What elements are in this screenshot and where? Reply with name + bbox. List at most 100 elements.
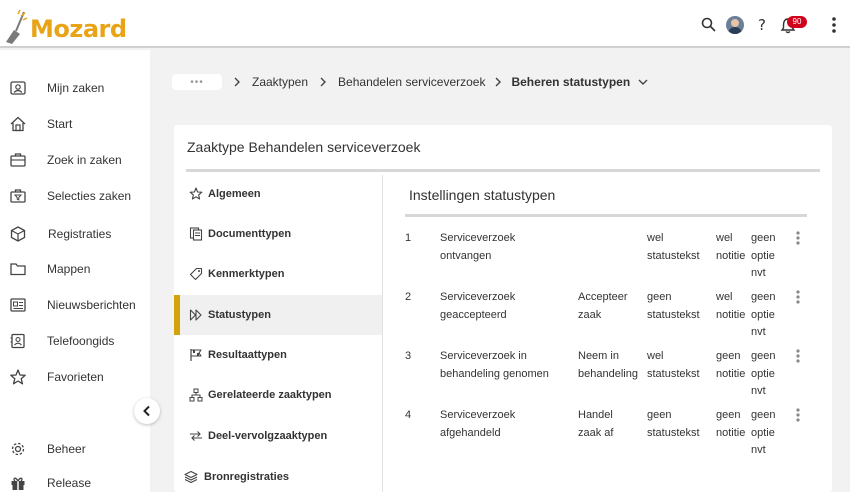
sidebar-item-label: Telefoongids <box>47 334 115 348</box>
row-number: 1 <box>405 232 412 244</box>
sidebar-item-label: Mijn zaken <box>47 81 105 95</box>
nav-item-bronregistraties[interactable]: Bronregistraties <box>174 457 382 492</box>
collapse-sidebar-button[interactable] <box>134 398 160 424</box>
nav-item-kenmerktypen[interactable]: Kenmerktypen <box>174 254 382 294</box>
breadcrumb-overflow[interactable]: ••• <box>172 74 222 90</box>
sidebar-item-registraties[interactable]: Registraties <box>0 220 150 248</box>
nav-item-deel-vervolgzaaktypen[interactable]: Deel-vervolgzaaktypen <box>174 416 382 456</box>
section-title: Instellingen statustypen <box>409 187 556 203</box>
optie-setting: geen optie nvt <box>751 291 776 338</box>
sidebar-item-selecties-zaken[interactable]: Selecties zaken <box>0 182 150 210</box>
status-action: Neem in behandeling <box>578 350 638 380</box>
nav-item-label: Gerelateerde zaaktypen <box>208 389 332 401</box>
sidebar-item-favorieten[interactable]: Favorieten <box>0 363 150 391</box>
nav-item-label: Deel-vervolgzaaktypen <box>208 430 328 442</box>
sidebar-item-label: Favorieten <box>47 370 104 384</box>
cube-icon <box>10 226 26 242</box>
status-action: Accepteer zaak <box>578 291 628 321</box>
sidebar-item-mappen[interactable]: Mappen <box>0 255 150 283</box>
nav-item-label: Kenmerktypen <box>208 268 285 280</box>
row-number: 3 <box>405 350 412 362</box>
optie-setting: geen optie nvt <box>751 350 776 397</box>
sidebar-item-label: Selecties zaken <box>47 189 132 203</box>
sidebar-item-start[interactable]: Start <box>0 110 150 138</box>
notification-badge: 90 <box>787 16 807 28</box>
gear-icon <box>11 442 25 456</box>
notitie-setting: geen notitie <box>716 409 746 439</box>
zaaktype-card: Zaaktype Behandelen serviceverzoek Algem… <box>174 125 832 492</box>
briefcase-search-icon <box>10 153 26 167</box>
table-row: 1 Serviceverzoek ontvangen wel statustekst… <box>405 230 807 286</box>
nav-item-statustypen[interactable]: Statustypen <box>174 295 382 335</box>
more-vertical-icon[interactable] <box>831 16 837 34</box>
optie-setting: geen optie nvt <box>751 409 776 456</box>
nav-item-resultaattypen[interactable]: Resultaattypen <box>174 335 382 375</box>
optie-setting: geen optie nvt <box>751 232 776 279</box>
status-name[interactable]: Serviceverzoek in behandeling genomen <box>440 348 565 383</box>
chevron-right-icon <box>495 77 502 87</box>
chevron-down-icon[interactable] <box>638 79 648 85</box>
statustekst-setting: geen statustekst <box>647 409 700 439</box>
statustekst-setting: geen statustekst <box>647 291 700 321</box>
divider <box>382 175 383 492</box>
row-menu-icon[interactable] <box>793 289 803 307</box>
briefcase-filter-icon <box>10 189 26 203</box>
row-menu-icon[interactable] <box>793 230 803 248</box>
status-name[interactable]: Serviceverzoek ontvangen <box>440 230 565 265</box>
chevron-right-icon <box>234 77 240 87</box>
sidebar-item-telefoongids[interactable]: Telefoongids <box>0 327 150 355</box>
sidebar-item-label: Start <box>47 117 73 131</box>
statustekst-setting: wel statustekst <box>647 350 700 380</box>
help-icon[interactable]: ? <box>757 17 769 33</box>
status-name[interactable]: Serviceverzoek geaccepteerd <box>440 289 565 324</box>
nav-item-label: Statustypen <box>208 309 271 321</box>
table-row: 2 Serviceverzoek geaccepteerd Accepteer za… <box>405 289 807 345</box>
status-name[interactable]: Serviceverzoek afgehandeld <box>440 407 565 442</box>
sidebar-item-beheer[interactable]: Beheer <box>0 435 150 463</box>
divider <box>405 214 807 217</box>
chevron-left-icon <box>143 405 150 417</box>
breadcrumb-zaaktypen[interactable]: Zaaktypen <box>252 75 308 89</box>
sidebar-item-label: Registraties <box>48 227 112 241</box>
nav-item-algemeen[interactable]: Algemeen <box>174 174 382 214</box>
svg-text:?: ? <box>758 17 766 33</box>
newspaper-icon <box>10 298 26 312</box>
sidebar-item-label: Nieuwsberichten <box>47 298 136 312</box>
step-forward-icon <box>189 309 202 321</box>
divider <box>186 169 820 172</box>
sidebar-item-mijn-zaken[interactable]: Mijn zaken <box>0 74 150 102</box>
nav-item-gerelateerde-zaaktypen[interactable]: Gerelateerde zaaktypen <box>174 375 382 415</box>
broom-icon <box>6 9 28 44</box>
sidebar: Mijn zaken Start Zoek in zaken Selecties… <box>0 50 150 492</box>
nav-item-label: Bronregistraties <box>204 471 289 483</box>
sidebar-item-release[interactable]: Release <box>0 469 150 492</box>
row-menu-icon[interactable] <box>793 348 803 366</box>
breadcrumb: ••• Zaaktypen Behandelen serviceverzoek … <box>172 72 648 92</box>
nav-item-documenttypen[interactable]: Documenttypen <box>174 214 382 254</box>
breadcrumb-current: Beheren statustypen <box>511 75 631 89</box>
gift-icon <box>11 477 25 490</box>
sidebar-item-label: Zoek in zaken <box>47 153 122 167</box>
arrows-icon <box>190 431 202 441</box>
user-card-icon <box>10 81 26 95</box>
table-row: 3 Serviceverzoek in behandeling genomen N… <box>405 348 807 404</box>
search-icon[interactable] <box>701 17 716 32</box>
layers-icon <box>184 470 198 484</box>
row-number: 4 <box>405 409 412 421</box>
home-icon <box>10 116 26 132</box>
nav-item-label: Resultaattypen <box>208 349 287 361</box>
avatar[interactable] <box>726 16 744 34</box>
breadcrumb-behandelen-serviceverzoek[interactable]: Behandelen serviceverzoek <box>338 75 485 89</box>
hierarchy-icon <box>189 388 203 402</box>
notitie-setting: wel notitie <box>716 232 746 262</box>
status-action: Handel zaak af <box>578 409 614 439</box>
row-menu-icon[interactable] <box>793 407 803 425</box>
flag-icon <box>190 349 202 361</box>
sidebar-item-nieuwsberichten[interactable]: Nieuwsberichten <box>0 291 150 319</box>
star-icon <box>10 369 26 385</box>
mozard-logo[interactable]: Mozard <box>4 8 127 44</box>
notitie-setting: geen notitie <box>716 350 746 380</box>
sidebar-item-zoek-in-zaken[interactable]: Zoek in zaken <box>0 146 150 174</box>
card-title: Zaaktype Behandelen serviceverzoek <box>187 139 421 155</box>
tag-icon <box>189 267 203 281</box>
